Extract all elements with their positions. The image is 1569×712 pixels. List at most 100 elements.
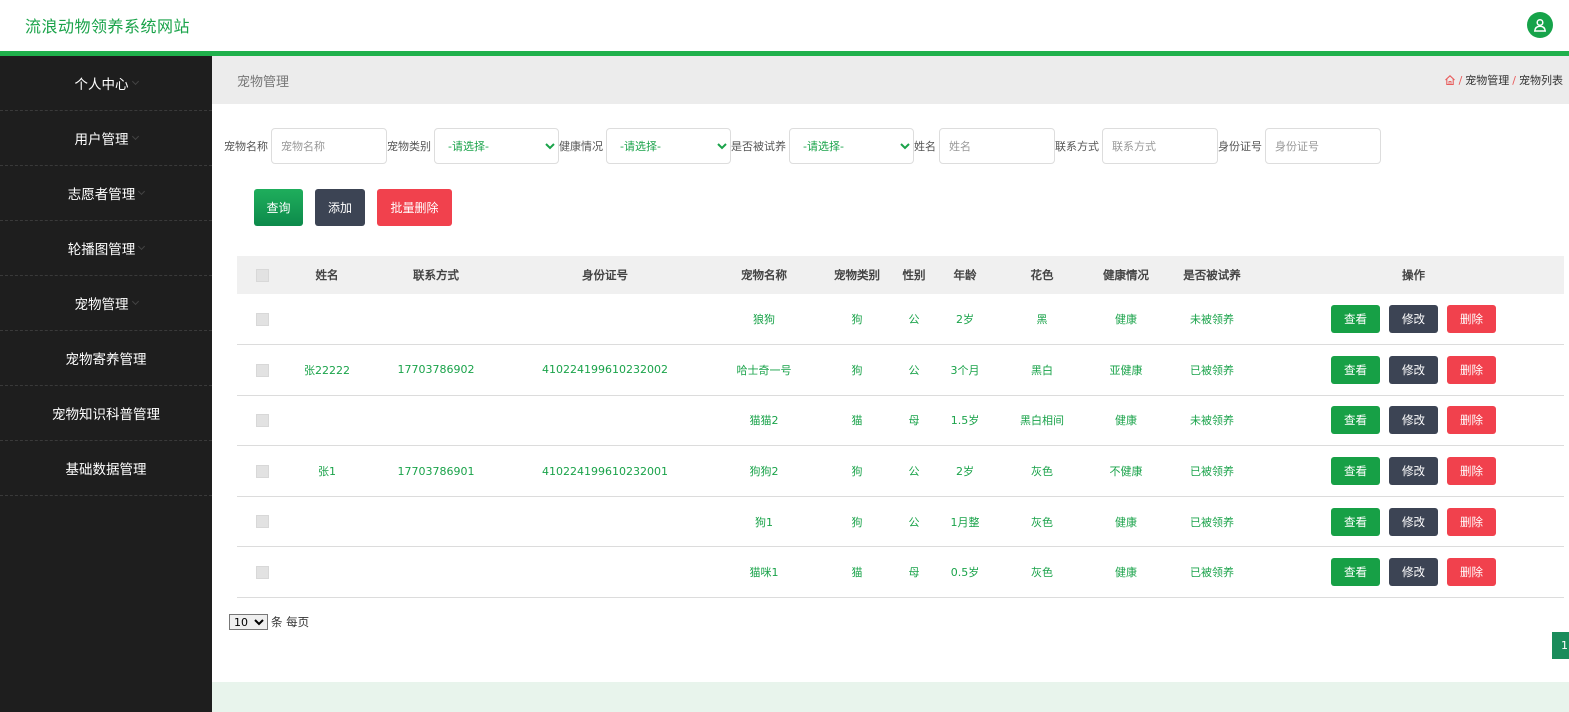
delete-button[interactable]: 删除 xyxy=(1447,355,1496,384)
add-button[interactable]: 添加 xyxy=(315,189,365,226)
view-button[interactable]: 查看 xyxy=(1331,558,1380,587)
delete-button[interactable]: 删除 xyxy=(1447,406,1496,435)
sidebar-item-label: 宠物寄养管理 xyxy=(65,352,147,368)
chevron-down-icon xyxy=(138,187,146,196)
row-checkbox[interactable] xyxy=(255,464,269,478)
cell-phone xyxy=(367,294,505,345)
cell-age: 2岁 xyxy=(956,465,974,479)
column-header: 健康情况 xyxy=(1103,268,1149,282)
column-header: 联系方式 xyxy=(413,268,459,282)
cell-pet-name: 哈士奇一号 xyxy=(736,363,792,377)
sidebar-item-pets[interactable]: 宠物管理 xyxy=(0,276,212,331)
pet-name-input[interactable] xyxy=(271,128,387,164)
table-row: 张22222 17703786902 410224199610232002 哈士… xyxy=(237,345,1564,396)
cell-sex: 公 xyxy=(908,515,920,529)
row-checkbox[interactable] xyxy=(255,414,269,428)
select-all-checkbox[interactable] xyxy=(255,269,269,282)
user-avatar[interactable] xyxy=(1527,12,1553,38)
cell-color: 灰色 xyxy=(1031,465,1053,479)
page-size-select[interactable]: 10 xyxy=(229,614,268,630)
phone-input[interactable] xyxy=(1102,128,1218,164)
chevron-down-icon xyxy=(131,297,139,306)
edit-button[interactable]: 修改 xyxy=(1389,305,1438,334)
search-bar: 宠物名称 宠物类别 -请选择- 健康情况 -请选择- 是否被试养 -请选择- 姓… xyxy=(224,128,1381,164)
row-checkbox[interactable] xyxy=(255,312,269,326)
cell-name: 张22222 xyxy=(304,363,350,377)
name-input[interactable] xyxy=(939,128,1055,164)
chevron-down-icon xyxy=(138,242,146,251)
view-button[interactable]: 查看 xyxy=(1331,507,1380,536)
query-button[interactable]: 查询 xyxy=(254,189,303,226)
view-button[interactable]: 查看 xyxy=(1331,457,1380,486)
batch-delete-button[interactable]: 批量删除 xyxy=(377,189,452,226)
cell-sex: 母 xyxy=(908,414,920,428)
edit-button[interactable]: 修改 xyxy=(1389,507,1438,536)
column-header: 姓名 xyxy=(315,268,339,282)
cell-pet-type: 狗 xyxy=(851,465,863,479)
view-button[interactable]: 查看 xyxy=(1331,406,1380,435)
cell-health: 健康 xyxy=(1115,414,1137,428)
table-row: 狼狗 狗 公 2岁 黑 健康 未被领养 查看 修改 删除 xyxy=(237,294,1564,345)
home-icon[interactable] xyxy=(1444,74,1456,86)
edit-button[interactable]: 修改 xyxy=(1389,355,1438,384)
cell-idcard xyxy=(505,294,705,345)
cell-adopt-status: 未被领养 xyxy=(1190,313,1234,327)
cell-adopt-status: 已被领养 xyxy=(1190,566,1234,580)
sidebar-item-knowledge[interactable]: 宠物知识科普管理 xyxy=(0,386,212,441)
trial-select[interactable]: -请选择- xyxy=(789,128,914,164)
cell-age: 2岁 xyxy=(956,313,974,327)
edit-button[interactable]: 修改 xyxy=(1389,558,1438,587)
cell-idcard: 410224199610232002 xyxy=(542,363,668,377)
cell-age: 1月整 xyxy=(950,515,980,529)
cell-age: 0.5岁 xyxy=(950,566,980,580)
cell-pet-type: 狗 xyxy=(851,313,863,327)
sidebar-item-volunteers[interactable]: 志愿者管理 xyxy=(0,166,212,221)
table-header-row: 姓名 联系方式 身份证号 宠物名称 宠物类别 性别 年龄 花色 健康情况 是否被… xyxy=(237,256,1564,294)
delete-button[interactable]: 删除 xyxy=(1447,558,1496,587)
cell-name xyxy=(287,496,367,547)
app-title: 流浪动物领养系统网站 xyxy=(25,17,191,36)
cell-adopt-status: 已被领养 xyxy=(1190,363,1234,377)
idcard-input[interactable] xyxy=(1265,128,1381,164)
table-row: 猫咪1 猫 母 0.5岁 灰色 健康 已被领养 查看 修改 删除 xyxy=(237,547,1564,598)
page-number-button[interactable]: 1 xyxy=(1552,632,1569,659)
delete-button[interactable]: 删除 xyxy=(1447,457,1496,486)
view-button[interactable]: 查看 xyxy=(1331,305,1380,334)
health-select[interactable]: -请选择- xyxy=(606,128,731,164)
edit-button[interactable]: 修改 xyxy=(1389,406,1438,435)
row-checkbox[interactable] xyxy=(255,515,269,529)
pet-type-select[interactable]: -请选择- xyxy=(434,128,559,164)
cell-health: 健康 xyxy=(1115,313,1137,327)
cell-pet-name: 猫猫2 xyxy=(749,414,779,428)
sidebar-item-basic-data[interactable]: 基础数据管理 xyxy=(0,441,212,496)
sidebar-item-foster[interactable]: 宠物寄养管理 xyxy=(0,331,212,386)
sidebar-item-personal-center[interactable]: 个人中心 xyxy=(0,56,212,111)
pet-table: 姓名 联系方式 身份证号 宠物名称 宠物类别 性别 年龄 花色 健康情况 是否被… xyxy=(237,256,1564,598)
top-header: 流浪动物领养系统网站 xyxy=(0,0,1569,51)
cell-phone xyxy=(367,395,505,446)
footer-band xyxy=(212,682,1569,712)
cell-sex: 公 xyxy=(908,313,920,327)
sidebar-item-label: 用户管理 xyxy=(74,132,129,148)
cell-color: 灰色 xyxy=(1031,566,1053,580)
action-buttons: 查询 添加 批量删除 xyxy=(254,189,452,226)
breadcrumb-item[interactable]: 宠物管理 xyxy=(1465,72,1509,88)
column-header: 宠物类别 xyxy=(834,268,880,282)
view-button[interactable]: 查看 xyxy=(1331,355,1380,384)
phone-label: 联系方式 xyxy=(1055,140,1099,153)
cell-pet-name: 猫咪1 xyxy=(749,566,779,580)
table-row: 张1 17703786901 410224199610232001 狗狗2 狗 … xyxy=(237,446,1564,497)
edit-button[interactable]: 修改 xyxy=(1389,457,1438,486)
sidebar-item-carousel[interactable]: 轮播图管理 xyxy=(0,221,212,276)
column-header: 年龄 xyxy=(953,268,977,282)
cell-pet-name: 狗1 xyxy=(755,515,773,529)
idcard-label: 身份证号 xyxy=(1218,140,1262,153)
cell-adopt-status: 未被领养 xyxy=(1190,414,1234,428)
sidebar-item-users[interactable]: 用户管理 xyxy=(0,111,212,166)
delete-button[interactable]: 删除 xyxy=(1447,305,1496,334)
row-checkbox[interactable] xyxy=(255,363,269,377)
delete-button[interactable]: 删除 xyxy=(1447,507,1496,536)
row-checkbox[interactable] xyxy=(255,566,269,580)
cell-sex: 母 xyxy=(908,566,920,580)
pagination-size: 10 条 每页 xyxy=(229,614,309,630)
